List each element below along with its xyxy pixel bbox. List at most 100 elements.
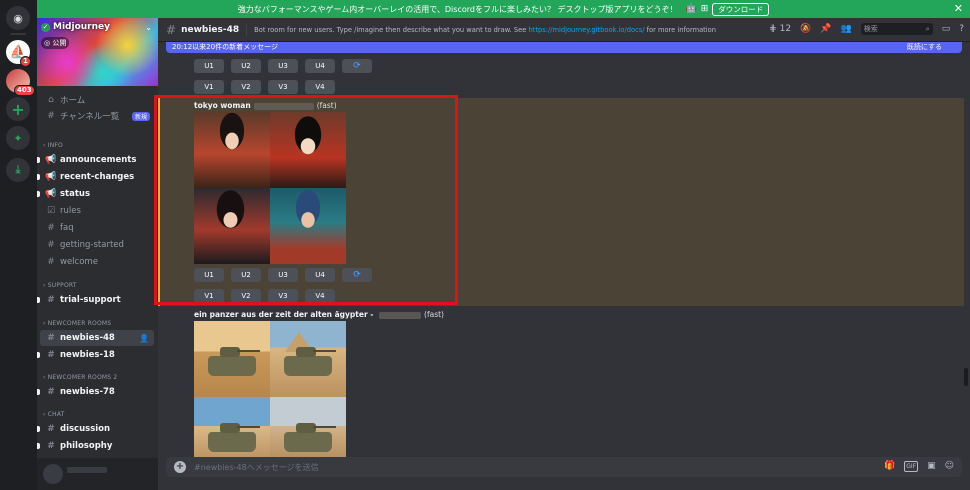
desktop-app-notice: 強力なパフォーマンスやゲーム内オーバーレイの活用で、Discordをフルに楽しみ… [37, 0, 970, 18]
download-apps-icon[interactable]: ⤓ [6, 158, 30, 182]
channel-topic[interactable]: Bot room for new users. Type /imagine th… [254, 26, 716, 34]
u1-button[interactable]: U1 [194, 268, 224, 282]
generated-image-2[interactable] [270, 321, 346, 397]
generated-image-3[interactable] [194, 397, 270, 457]
sticker-icon[interactable]: ▣ [927, 461, 936, 472]
sidebar-item-newbies-48[interactable]: # newbies-48 👤 [40, 330, 154, 346]
download-button[interactable]: ダウンロード [712, 2, 770, 16]
avatar[interactable] [43, 464, 63, 484]
gift-icon[interactable]: 🎁 [884, 461, 895, 472]
v3-button[interactable]: V3 [268, 80, 298, 94]
sidebar-item-getting-started[interactable]: # getting-started [40, 237, 154, 253]
add-member-icon[interactable]: 👤 [139, 334, 149, 343]
sidebar-item-status[interactable]: 📢 status [37, 186, 154, 202]
v3-button[interactable]: V3 [268, 289, 298, 303]
v1-button[interactable]: V1 [194, 289, 224, 303]
tank-shape [283, 347, 336, 376]
sidebar-item-faq[interactable]: # faq [40, 220, 154, 236]
category-support-label: SUPPORT [47, 282, 77, 289]
home-icon: ⌂ [48, 95, 54, 105]
sidebar-item-trial-support[interactable]: # trial-support [37, 292, 154, 308]
u3-button[interactable]: U3 [268, 59, 298, 73]
sidebar-item-recent-changes[interactable]: 📢 recent-changes [37, 169, 154, 185]
image-grid-panzer[interactable] [194, 321, 346, 457]
tank-shape [207, 347, 260, 376]
search-placeholder: 検索 [863, 25, 878, 33]
generated-image-1[interactable] [194, 321, 270, 397]
v2-button[interactable]: V2 [231, 80, 261, 94]
message-input-placeholder[interactable]: #newbies-48へメッセージを送信 [194, 462, 319, 473]
sidebar-item-philosophy[interactable]: # philosophy [37, 438, 154, 454]
generated-image-4[interactable] [270, 397, 346, 457]
u2-button[interactable]: U2 [231, 59, 261, 73]
add-server-icon[interactable]: + [6, 97, 30, 121]
u3-button[interactable]: U3 [268, 268, 298, 282]
category-support[interactable]: › SUPPORT [43, 282, 77, 289]
category-newcomer-label: NEWCOMER ROOMS [47, 320, 112, 327]
hash-icon: # [47, 295, 55, 305]
windows-icon[interactable]: ⊞ [701, 4, 709, 14]
sidebar-item-rules[interactable]: ☑ rules [40, 203, 154, 219]
gif-icon[interactable]: GIF [904, 461, 919, 472]
hash-icon: # [47, 333, 55, 343]
channel-label: recent-changes [60, 172, 135, 182]
threads-button[interactable]: ⋕ 12 [769, 24, 791, 34]
inbox-icon[interactable]: ▭ [942, 24, 951, 34]
notification-bell-muted-icon[interactable]: 🔕 [800, 24, 811, 34]
pin-icon[interactable]: 📌 [820, 24, 831, 34]
category-info-label: INFO [47, 142, 63, 149]
emoji-icon[interactable]: ☺ [945, 461, 954, 472]
server-name-button[interactable]: ✓ Midjourney [41, 22, 110, 32]
help-icon[interactable]: ? [959, 24, 964, 34]
sidebar-item-channel-list[interactable]: # チャンネル一覧 新規 [40, 108, 154, 124]
category-info[interactable]: › INFO [43, 142, 63, 149]
chevron-down-icon[interactable]: ⌄ [145, 23, 152, 32]
category-newcomer[interactable]: › NEWCOMER ROOMS [43, 320, 111, 327]
v1-button[interactable]: V1 [194, 80, 224, 94]
upscale-row: U1 U2 U3 U4 ⟳ [194, 268, 372, 282]
u1-button[interactable]: U1 [194, 59, 224, 73]
attach-plus-icon[interactable]: + [174, 461, 186, 473]
refresh-button[interactable]: ⟳ [342, 268, 372, 282]
username-redacted [67, 467, 107, 473]
channel-label: welcome [60, 257, 98, 267]
v4-button[interactable]: V4 [305, 80, 335, 94]
redacted-username [253, 102, 314, 110]
topic-link[interactable]: https://midjourney.gitbook.io/docs/ [529, 26, 645, 34]
generated-image-4[interactable] [270, 188, 346, 264]
u2-button[interactable]: U2 [231, 268, 261, 282]
new-messages-bar[interactable]: 20:12以来20件の新着メッセージ 既読にする [166, 42, 962, 53]
sidebar-item-newbies-78[interactable]: # newbies-78 [37, 384, 154, 400]
discord-home-icon[interactable]: ◉ [6, 6, 30, 30]
android-icon[interactable]: 🤖 [686, 4, 697, 14]
u4-button[interactable]: U4 [305, 59, 335, 73]
refresh-button[interactable]: ⟳ [342, 59, 372, 73]
sidebar-item-welcome[interactable]: # welcome [40, 254, 154, 270]
scrollbar-thumb[interactable] [964, 368, 968, 386]
u4-button[interactable]: U4 [305, 268, 335, 282]
close-icon[interactable]: ✕ [954, 2, 963, 15]
channel-label: newbies-78 [60, 387, 115, 397]
sidebar-item-discussion[interactable]: # discussion [37, 421, 154, 437]
explore-compass-icon[interactable]: ✦ [6, 126, 30, 150]
message-composer[interactable]: + #newbies-48へメッセージを送信 🎁 GIF ▣ ☺ [166, 457, 962, 477]
v4-button[interactable]: V4 [305, 289, 335, 303]
member-list-icon[interactable]: 👥 [840, 24, 851, 34]
category-newcomer-2[interactable]: › NEWCOMER ROOMS 2 [43, 374, 117, 381]
category-chat[interactable]: › CHAT [43, 411, 65, 418]
variation-row-previous: V1 V2 V3 V4 [194, 80, 335, 94]
generated-image-1[interactable] [194, 112, 270, 188]
thread-count: 12 [779, 24, 792, 34]
v2-button[interactable]: V2 [231, 289, 261, 303]
hash-icon: # [166, 22, 177, 37]
hash-icon: # [47, 350, 55, 360]
image-grid-tokyo-woman[interactable] [194, 112, 346, 264]
verified-check-icon: ✓ [41, 22, 50, 32]
generated-image-3[interactable] [194, 188, 270, 264]
search-input[interactable]: 検索 ⌕ [860, 23, 933, 35]
mark-as-read-button[interactable]: 既読にする [907, 42, 942, 53]
sidebar-item-newbies-18[interactable]: # newbies-18 [37, 347, 154, 363]
sidebar-item-announcements[interactable]: 📢 announcements [37, 152, 154, 168]
sidebar-item-home[interactable]: ⌂ ホーム [40, 92, 154, 108]
generated-image-2[interactable] [270, 112, 346, 188]
